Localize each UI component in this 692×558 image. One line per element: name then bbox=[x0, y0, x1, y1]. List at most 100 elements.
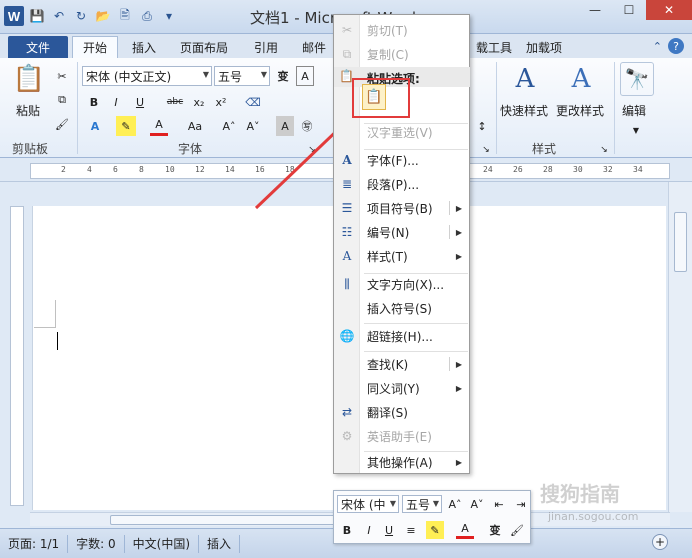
char-border-button[interactable]: A bbox=[296, 66, 314, 86]
paste-button[interactable]: 粘贴 bbox=[16, 102, 40, 119]
text-effect-icon[interactable]: A bbox=[86, 116, 104, 136]
close-button[interactable]: ✕ bbox=[646, 0, 692, 20]
margin-corner-mark bbox=[34, 300, 56, 328]
tab-references[interactable]: 引用 bbox=[244, 36, 288, 58]
status-page[interactable]: 页面: 1/1 bbox=[0, 534, 69, 553]
paragraph-dialog-launcher-icon[interactable]: ↘ bbox=[480, 140, 492, 160]
undo-icon[interactable]: ↶ bbox=[50, 7, 68, 25]
format-painter-icon[interactable]: 🖌 bbox=[52, 114, 72, 134]
tab-mailings[interactable]: 邮件 bbox=[292, 36, 336, 58]
mini-bold-icon[interactable]: B bbox=[338, 521, 356, 539]
highlight-icon[interactable]: ✎ bbox=[116, 116, 136, 136]
maximize-button[interactable]: ☐ bbox=[612, 0, 646, 20]
open-icon[interactable]: 📂 bbox=[94, 7, 112, 25]
decrease-indent-icon[interactable]: ⇤ bbox=[490, 495, 508, 513]
mini-size-select[interactable]: 五号 ▼ bbox=[402, 495, 442, 513]
status-word-count[interactable]: 字数: 0 bbox=[68, 534, 125, 553]
print-icon[interactable]: ⎙ bbox=[138, 7, 156, 25]
italic-button[interactable]: I bbox=[108, 92, 124, 112]
menu-item-styles[interactable]: A 样式(T) ▶ bbox=[334, 245, 470, 267]
menu-item-cut[interactable]: ✂ 剪切(T) bbox=[334, 19, 470, 41]
tab-page-layout[interactable]: 页面布局 bbox=[170, 36, 238, 58]
grow-font-icon[interactable]: A˄ bbox=[446, 495, 464, 513]
numbering-icon: ☷ bbox=[341, 225, 353, 239]
menu-item-paragraph[interactable]: ≣ 段落(P)... bbox=[334, 173, 470, 195]
help-icon[interactable]: ? bbox=[668, 38, 684, 54]
editing-button[interactable]: 编辑 bbox=[622, 102, 646, 119]
mini-underline-icon[interactable]: U bbox=[380, 521, 398, 539]
menu-item-bullets[interactable]: ☰ 项目符号(B) ▶ bbox=[334, 197, 470, 219]
sort-icon[interactable]: ↕ bbox=[474, 116, 490, 136]
change-case-button[interactable]: Aa bbox=[184, 116, 206, 136]
menu-item-numbering[interactable]: ☷ 编号(N) ▶ bbox=[334, 221, 470, 243]
copy-icon[interactable]: ⧉ bbox=[52, 90, 72, 110]
vertical-scrollbar[interactable] bbox=[668, 182, 692, 512]
menu-item-font[interactable]: A 字体(F)... bbox=[334, 149, 470, 171]
shrink-font-icon[interactable]: A˅ bbox=[468, 495, 486, 513]
menu-item-synonyms[interactable]: 同义词(Y) ▶ bbox=[334, 377, 470, 399]
superscript-button[interactable]: x² bbox=[212, 92, 230, 112]
font-family-select[interactable]: 宋体 (中文正文) ▼ bbox=[82, 66, 212, 86]
increase-indent-icon[interactable]: ⇥ bbox=[512, 495, 530, 513]
menu-item-lookup[interactable]: 查找(K) ▶ bbox=[334, 353, 470, 375]
strikethrough-button[interactable]: abc bbox=[164, 92, 186, 112]
tab-addins[interactable]: 加载项 bbox=[516, 36, 572, 58]
customize-qat-icon[interactable]: ▾ bbox=[160, 7, 178, 25]
word-logo-icon[interactable]: W bbox=[4, 6, 24, 26]
menu-item-english-assistant[interactable]: ⚙ 英语助手(E) bbox=[334, 425, 470, 447]
grow-font-button[interactable]: A˄ bbox=[220, 116, 238, 136]
underline-button[interactable]: U bbox=[132, 92, 148, 112]
redo-icon[interactable]: ↻ bbox=[72, 7, 90, 25]
chevron-down-icon[interactable]: ▼ bbox=[630, 120, 642, 140]
vertical-scroll-thumb[interactable] bbox=[674, 212, 687, 272]
phonetic-guide-button[interactable]: 变 bbox=[273, 66, 293, 86]
print-preview-icon[interactable]: 🖹 bbox=[116, 7, 134, 25]
quick-styles-icon[interactable]: A bbox=[508, 62, 542, 96]
mini-format-painter-icon[interactable]: 🖌 bbox=[508, 521, 526, 539]
menu-item-hyperlink[interactable]: 🌐 超链接(H)... bbox=[334, 325, 470, 347]
menu-item-text-direction[interactable]: ⫼ 文字方向(X)... bbox=[334, 273, 470, 295]
quick-styles-button[interactable]: 快速样式 bbox=[500, 102, 548, 119]
enclose-char-icon[interactable]: ㊢ bbox=[298, 116, 316, 136]
font-color-button[interactable]: A bbox=[150, 116, 168, 136]
save-icon[interactable]: 💾 bbox=[28, 7, 46, 25]
tab-insert[interactable]: 插入 bbox=[122, 36, 166, 58]
text-cursor bbox=[57, 332, 58, 350]
tab-file[interactable]: 文件 bbox=[8, 36, 68, 58]
mini-italic-icon[interactable]: I bbox=[360, 521, 378, 539]
subscript-button[interactable]: x₂ bbox=[190, 92, 208, 112]
mini-phonetic-button[interactable]: 变 bbox=[486, 521, 504, 539]
menu-separator bbox=[364, 351, 468, 352]
zoom-in-button[interactable]: + bbox=[652, 534, 668, 550]
mini-highlight-icon[interactable]: ✎ bbox=[426, 521, 444, 539]
menu-item-translate[interactable]: ⇄ 翻译(S) bbox=[334, 401, 470, 423]
shrink-font-button[interactable]: A˅ bbox=[244, 116, 262, 136]
styles-dialog-launcher-icon[interactable]: ↘ bbox=[598, 140, 610, 160]
ribbon-minimize-icon[interactable]: ⌃ bbox=[653, 40, 662, 53]
mini-font-color-icon[interactable]: A bbox=[456, 521, 474, 539]
binoculars-icon[interactable]: 🔭 bbox=[620, 62, 654, 96]
bold-button[interactable]: B bbox=[86, 92, 102, 112]
menu-item-copy[interactable]: ⧉ 复制(C) bbox=[334, 43, 470, 65]
status-language[interactable]: 中文(中国) bbox=[125, 534, 200, 553]
tab-home[interactable]: 开始 bbox=[72, 36, 119, 58]
submenu-arrow-icon: ▶ bbox=[455, 457, 462, 467]
paste-icon[interactable]: 📋 bbox=[12, 62, 46, 96]
status-insert-mode[interactable]: 插入 bbox=[199, 534, 241, 553]
change-styles-button[interactable]: 更改样式 bbox=[556, 102, 604, 119]
mini-center-align-icon[interactable]: ≡ bbox=[402, 521, 420, 539]
menu-item-more-actions[interactable]: 其他操作(A) ▶ bbox=[334, 451, 470, 473]
menu-item-insert-symbol[interactable]: 插入符号(S) bbox=[334, 297, 470, 319]
menu-item-reconvert[interactable]: 汉字重选(V) bbox=[334, 121, 470, 143]
mini-font-select[interactable]: 宋体 (中 ▼ bbox=[337, 495, 399, 513]
vertical-ruler[interactable] bbox=[10, 206, 24, 506]
char-shading-icon[interactable]: A bbox=[276, 116, 294, 136]
ruler-number: 14 bbox=[225, 165, 235, 174]
font-size-select[interactable]: 五号 ▼ bbox=[214, 66, 270, 86]
clear-format-icon[interactable]: ⌫ bbox=[244, 92, 262, 112]
tab-tools-partial[interactable]: 载工具 bbox=[466, 36, 522, 58]
change-styles-icon[interactable]: A bbox=[564, 62, 598, 96]
minimize-button[interactable]: — bbox=[578, 0, 612, 20]
font-dialog-launcher-icon[interactable]: ↘ bbox=[306, 140, 318, 160]
cut-icon[interactable]: ✂ bbox=[52, 66, 72, 86]
